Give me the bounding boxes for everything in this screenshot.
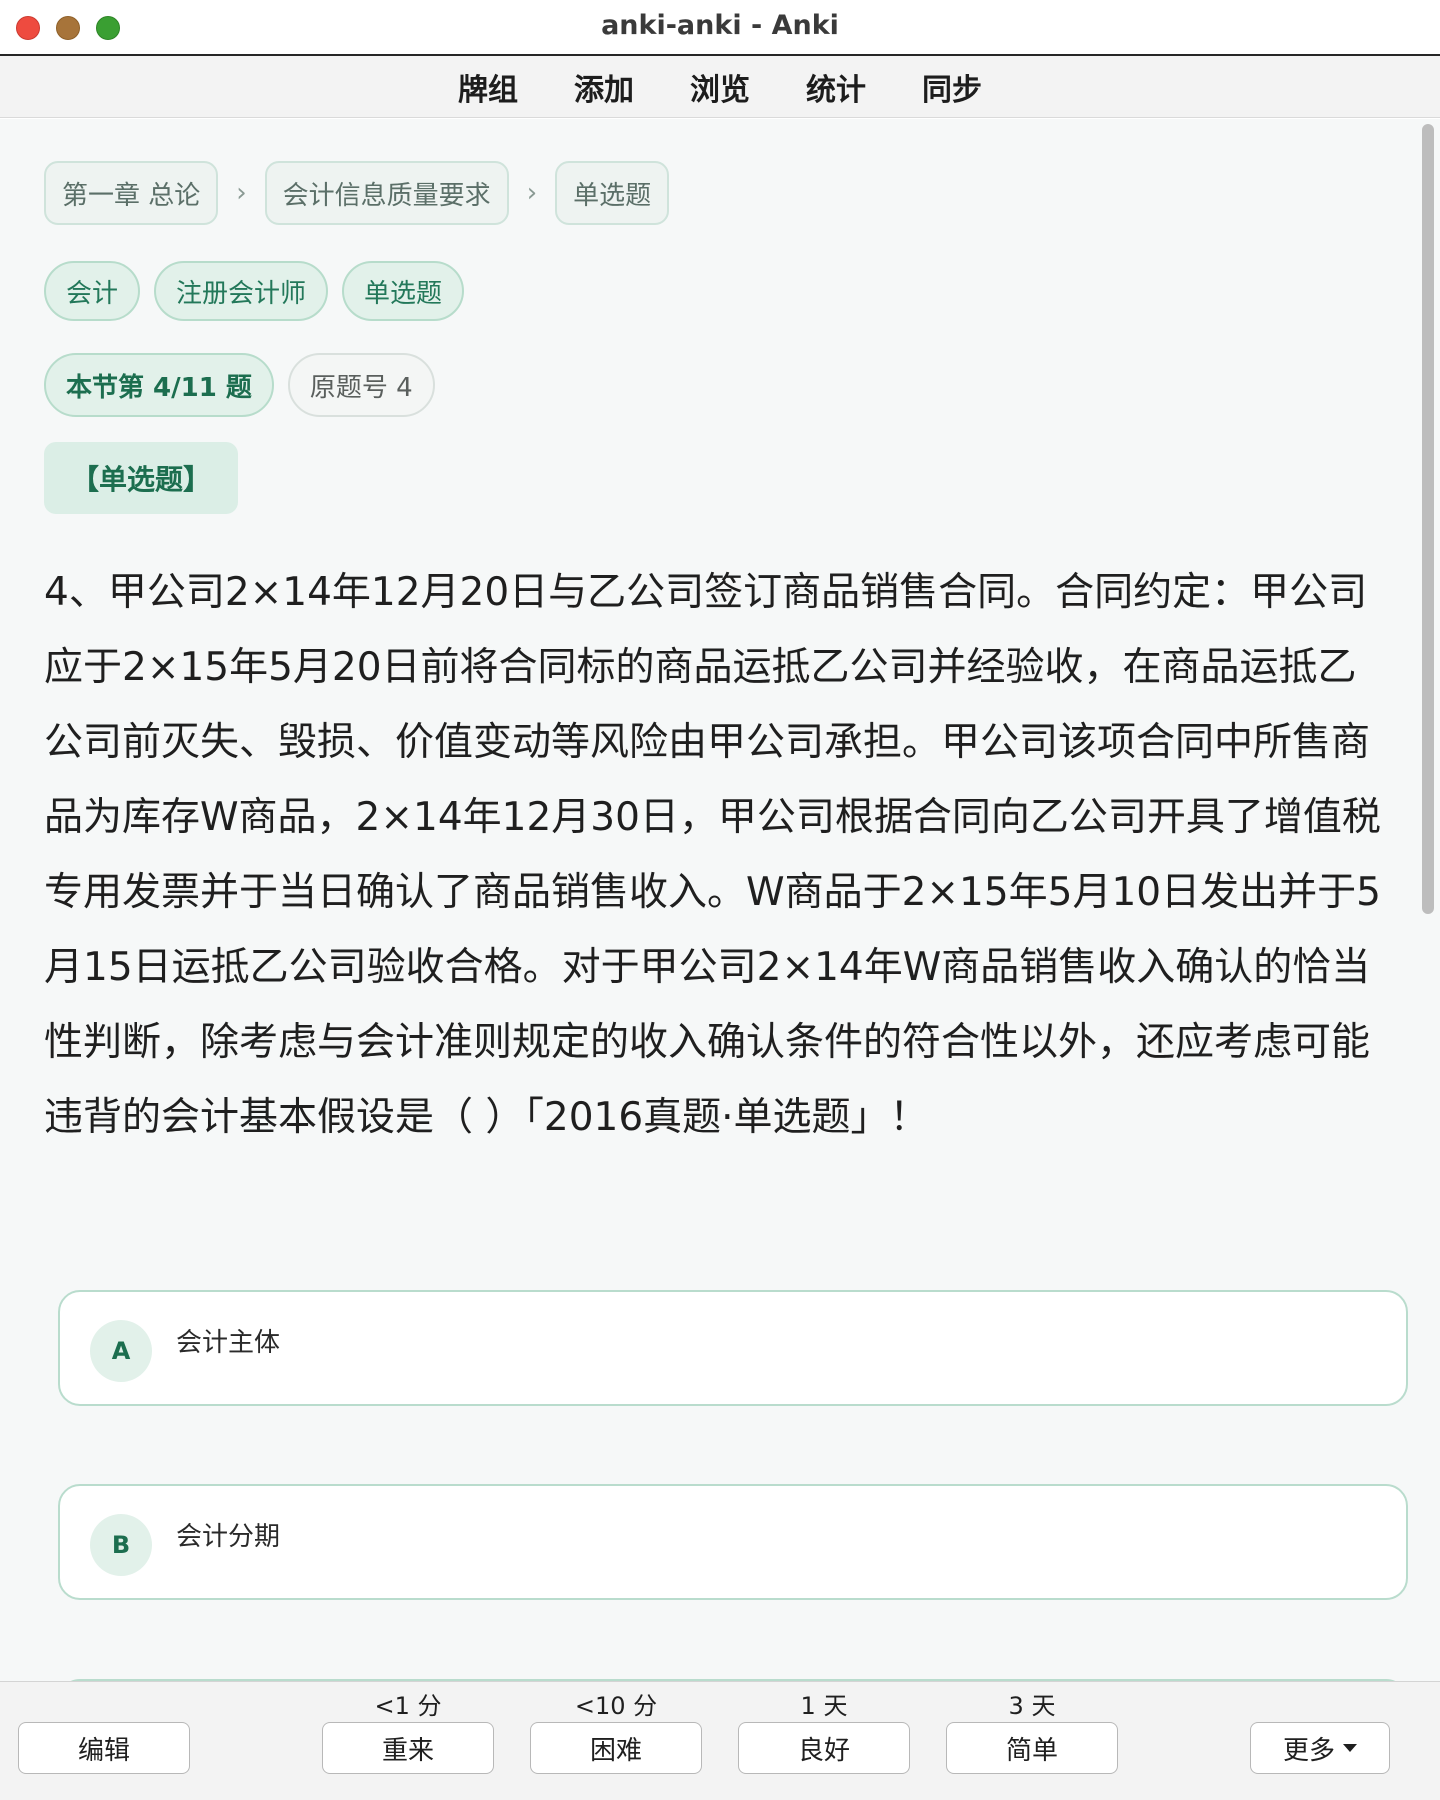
again-interval: <1 分 <box>374 1692 442 1720</box>
window-titlebar: anki-anki - Anki <box>0 0 1440 56</box>
tag-accounting: 会计 <box>44 261 141 321</box>
tag-single-choice: 单选题 <box>342 261 465 321</box>
answer-bar: 编辑 <1 分 重来 <10 分 困难 1 天 良好 3 天 简单 更多 <box>0 1681 1440 1800</box>
easy-interval: 3 天 <box>1008 1692 1056 1720</box>
option-letter: A <box>90 1320 152 1382</box>
option-text: 会计主体 <box>176 1328 281 1358</box>
toolbar-decks[interactable]: 牌组 <box>458 65 518 109</box>
again-button[interactable]: 重来 <box>322 1722 494 1774</box>
question-meta: 本节第 4/11 题 原题号 4 <box>44 353 449 417</box>
hard-interval: <10 分 <box>574 1692 658 1720</box>
window-title: anki-anki - Anki <box>601 10 839 41</box>
breadcrumb-chapter: 第一章 总论 <box>44 161 219 225</box>
question-type-badge: 【单选题】 <box>44 442 238 514</box>
chevron-down-icon <box>1343 1744 1357 1752</box>
breadcrumb: 第一章 总论 › 会计信息质量要求 › 单选题 <box>44 161 670 225</box>
tag-cpa: 注册会计师 <box>154 261 329 321</box>
breadcrumb-separator: › <box>236 178 247 208</box>
breadcrumb-separator: › <box>526 178 538 208</box>
breadcrumb-section: 会计信息质量要求 <box>264 161 509 225</box>
hard-button[interactable]: 困难 <box>530 1722 702 1774</box>
toolbar-sync[interactable]: 同步 <box>922 65 982 109</box>
original-number-badge: 原题号 4 <box>287 353 435 417</box>
more-button[interactable]: 更多 <box>1250 1722 1390 1774</box>
option-text: 会计分期 <box>176 1522 281 1552</box>
toolbar-browse[interactable]: 浏览 <box>690 65 750 109</box>
toolbar-stats[interactable]: 统计 <box>806 65 866 109</box>
vertical-scrollbar[interactable] <box>1422 124 1434 914</box>
edit-button[interactable]: 编辑 <box>18 1722 190 1774</box>
question-text: 4、甲公司2×14年12月20日与乙公司签订商品销售合同。合同约定：甲公司应于2… <box>44 570 1381 1140</box>
option-b[interactable]: B 会计分期 <box>58 1484 1408 1600</box>
breadcrumb-type: 单选题 <box>555 161 670 225</box>
good-button[interactable]: 良好 <box>738 1722 910 1774</box>
option-letter: B <box>90 1514 152 1576</box>
tag-list: 会计 注册会计师 单选题 <box>44 261 478 321</box>
card-content[interactable]: 第一章 总论 › 会计信息质量要求 › 单选题 会计 注册会计师 单选题 本节第… <box>0 119 1440 1681</box>
more-button-label: 更多 <box>1282 1735 1335 1766</box>
toolbar-add[interactable]: 添加 <box>574 65 634 109</box>
good-interval: 1 天 <box>800 1692 848 1720</box>
main-toolbar: 牌组 添加 浏览 统计 同步 <box>0 56 1440 118</box>
easy-button[interactable]: 简单 <box>946 1722 1118 1774</box>
section-progress-badge: 本节第 4/11 题 <box>44 353 274 417</box>
option-a[interactable]: A 会计主体 <box>58 1290 1408 1406</box>
